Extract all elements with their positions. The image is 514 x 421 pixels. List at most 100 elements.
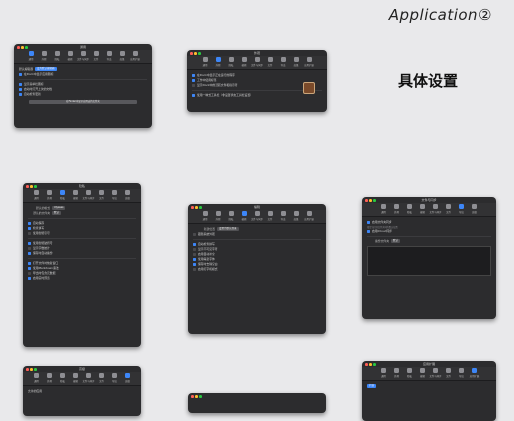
tab-privacy[interactable]: 隐私 xyxy=(405,368,414,378)
close-icon[interactable] xyxy=(190,52,193,55)
checkbox[interactable] xyxy=(28,221,31,225)
close-icon[interactable] xyxy=(26,368,29,371)
tab-files[interactable]: 文件 xyxy=(97,190,106,200)
backup-popup[interactable]: 默认 xyxy=(391,239,401,243)
tab-editor[interactable]: 编辑 xyxy=(66,51,75,61)
tab-editor[interactable]: 编辑 xyxy=(240,211,249,221)
tab-privacy[interactable]: 隐私 xyxy=(405,204,414,214)
checkbox[interactable] xyxy=(192,78,195,82)
tab-privacy[interactable]: 隐私 xyxy=(53,51,62,61)
tab-advanced[interactable]: 高级 xyxy=(123,373,132,383)
checkbox[interactable] xyxy=(193,247,196,251)
checkbox[interactable] xyxy=(19,82,22,86)
checkbox[interactable] xyxy=(19,87,22,91)
tab-general[interactable]: 通用 xyxy=(379,204,388,214)
minimize-icon[interactable] xyxy=(195,395,198,398)
reveal-support-folder-button[interactable]: 在Finder中显示应用支持文件夹 xyxy=(29,99,137,104)
tab-appearance[interactable]: 外观 xyxy=(214,211,223,221)
close-icon[interactable] xyxy=(191,206,194,209)
tab-extensions[interactable]: 应用扩展 xyxy=(470,368,479,378)
folder-list[interactable] xyxy=(367,245,491,276)
tab-appearance[interactable]: 外观 xyxy=(214,57,223,67)
tab-privacy[interactable]: 隐私 xyxy=(58,190,67,200)
tab-privacy[interactable]: 隐私 xyxy=(227,57,236,67)
tab-files[interactable]: 文件 xyxy=(444,204,453,214)
format-popup[interactable]: Ulysses xyxy=(52,206,66,210)
close-icon[interactable] xyxy=(191,395,194,398)
checkbox[interactable] xyxy=(193,262,196,266)
zoom-icon[interactable] xyxy=(25,46,28,49)
default-editor-popup[interactable]: 设为默认编辑器 xyxy=(35,67,57,71)
tab-general[interactable]: 通用 xyxy=(32,190,41,200)
minimize-icon[interactable] xyxy=(30,185,33,188)
zoom-icon[interactable] xyxy=(34,368,37,371)
tab-advanced[interactable]: 高级 xyxy=(292,211,301,221)
zoom-icon[interactable] xyxy=(198,52,201,55)
tab-editor[interactable]: 编辑 xyxy=(240,57,249,67)
close-icon[interactable] xyxy=(26,185,29,188)
tab-advanced[interactable]: 高级 xyxy=(123,190,132,200)
zoom-icon[interactable] xyxy=(373,199,376,202)
tab-sync[interactable]: 文件与同步 xyxy=(430,204,441,214)
tab-files[interactable]: 文件 xyxy=(92,51,101,61)
close-icon[interactable] xyxy=(365,363,368,366)
close-icon[interactable] xyxy=(17,46,20,49)
tab-appearance[interactable]: 外观 xyxy=(392,204,401,214)
checkbox[interactable] xyxy=(193,242,196,246)
tab-editor[interactable]: 编辑 xyxy=(71,373,80,383)
tab-general[interactable]: 通用 xyxy=(27,51,36,61)
checkbox[interactable] xyxy=(367,229,370,233)
checkbox[interactable] xyxy=(28,226,31,230)
zoom-icon[interactable] xyxy=(199,206,202,209)
tab-sync[interactable]: 文件与同步 xyxy=(83,190,94,200)
minimize-icon[interactable] xyxy=(369,363,372,366)
minimize-icon[interactable] xyxy=(194,52,197,55)
checkbox[interactable] xyxy=(193,257,196,261)
folder-popup[interactable]: 默认 xyxy=(52,211,62,215)
checkbox[interactable] xyxy=(19,92,22,96)
tab-appearance[interactable]: 外观 xyxy=(45,190,54,200)
tab-editor[interactable]: 编辑 xyxy=(71,190,80,200)
minimize-icon[interactable] xyxy=(21,46,24,49)
tab-advanced[interactable]: 高级 xyxy=(470,204,479,214)
extensions-popup[interactable]: 扩展 xyxy=(367,384,377,388)
tab-export[interactable]: 导出 xyxy=(279,211,288,221)
checkbox[interactable] xyxy=(28,266,31,270)
checkbox[interactable] xyxy=(28,251,31,255)
tab-general[interactable]: 通用 xyxy=(32,373,41,383)
tab-export[interactable]: 导出 xyxy=(110,373,119,383)
tab-general[interactable]: 通用 xyxy=(201,211,210,221)
tab-export[interactable]: 导出 xyxy=(279,57,288,67)
tab-export[interactable]: 导出 xyxy=(457,368,466,378)
tab-appearance[interactable]: 外观 xyxy=(45,373,54,383)
tab-general[interactable]: 通用 xyxy=(201,57,210,67)
tab-sync[interactable]: 文件与同步 xyxy=(83,373,94,383)
tab-files[interactable]: 文件 xyxy=(266,211,275,221)
tab-sync[interactable]: 文件与同步 xyxy=(251,57,263,67)
tab-appearance[interactable]: 外观 xyxy=(40,51,49,61)
close-icon[interactable] xyxy=(365,199,368,202)
minimize-icon[interactable] xyxy=(30,368,33,371)
checkbox[interactable] xyxy=(28,271,31,275)
tab-files[interactable]: 文件 xyxy=(444,368,453,378)
tab-advanced[interactable]: 高级 xyxy=(118,51,127,61)
checkbox[interactable] xyxy=(193,267,196,271)
location-popup[interactable]: 设置为默认目录 xyxy=(217,227,239,231)
checkbox[interactable] xyxy=(192,93,195,97)
checkbox[interactable] xyxy=(19,72,22,76)
checkbox[interactable] xyxy=(192,73,195,77)
tab-privacy[interactable]: 隐私 xyxy=(227,211,236,221)
tab-extensions[interactable]: 应用扩展 xyxy=(304,57,314,67)
zoom-icon[interactable] xyxy=(199,395,202,398)
tab-extensions[interactable]: 应用扩展 xyxy=(304,211,314,221)
checkbox[interactable] xyxy=(193,232,196,236)
tab-export[interactable]: 导出 xyxy=(110,190,119,200)
tab-files[interactable]: 文件 xyxy=(266,57,275,67)
tab-advanced[interactable]: 高级 xyxy=(292,57,301,67)
tab-sync[interactable]: 文件与同步 xyxy=(251,211,263,221)
checkbox[interactable] xyxy=(192,83,195,87)
tab-general[interactable]: 通用 xyxy=(379,368,388,378)
tab-files[interactable]: 文件 xyxy=(97,373,106,383)
checkbox[interactable] xyxy=(28,261,31,265)
tab-export[interactable]: 导出 xyxy=(105,51,114,61)
